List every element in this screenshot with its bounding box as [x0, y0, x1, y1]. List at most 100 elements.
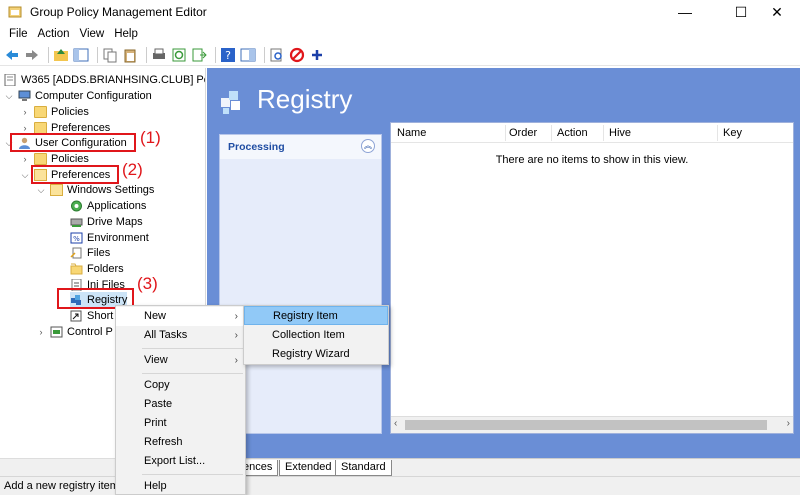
- tree-label: Files: [87, 247, 111, 259]
- minimize-button[interactable]: —: [662, 0, 708, 24]
- tab-extended[interactable]: Extended: [279, 460, 338, 476]
- tree-computer-configuration[interactable]: ⌵ Computer Configuration: [4, 88, 152, 104]
- menu-item-view[interactable]: View ›: [116, 351, 245, 370]
- collapse-arrow-icon[interactable]: ⌵: [20, 170, 30, 181]
- tree-windows-settings[interactable]: ⌵ Windows Settings: [36, 182, 154, 198]
- properties-pane-icon[interactable]: [240, 47, 256, 63]
- tab-standard[interactable]: Standard: [335, 460, 392, 476]
- folder-icon: [34, 106, 47, 118]
- column-hive[interactable]: Hive: [609, 127, 631, 139]
- back-icon[interactable]: [4, 47, 20, 63]
- tree-label: Environment: [87, 232, 149, 244]
- disable-icon[interactable]: [289, 47, 305, 63]
- empty-list-message: There are no items to show in this view.: [495, 154, 689, 166]
- refresh-icon[interactable]: [171, 47, 187, 63]
- policy-document-icon: [4, 74, 16, 86]
- menu-item-paste[interactable]: Paste: [116, 395, 245, 414]
- help-icon[interactable]: ?: [220, 47, 236, 63]
- shortcuts-icon: [70, 310, 82, 322]
- list-header: Name Order Action Hive Key: [391, 123, 793, 143]
- add-icon[interactable]: [309, 47, 325, 63]
- menu-item-new[interactable]: New ›: [116, 307, 245, 326]
- forward-icon[interactable]: [24, 47, 40, 63]
- up-folder-icon[interactable]: [53, 47, 69, 63]
- menu-view[interactable]: View: [75, 28, 110, 40]
- menu-item-copy[interactable]: Copy: [116, 376, 245, 395]
- menu-item-export-list[interactable]: Export List...: [116, 452, 245, 471]
- processing-label: Processing: [228, 141, 285, 153]
- find-icon[interactable]: [269, 47, 285, 63]
- column-key[interactable]: Key: [723, 127, 742, 139]
- column-divider[interactable]: [505, 125, 506, 141]
- window-title: Group Policy Management Editor: [30, 5, 207, 19]
- menu-separator: [142, 348, 243, 349]
- folder-icon: [34, 153, 47, 165]
- expand-arrow-icon[interactable]: ›: [36, 327, 46, 337]
- menu-item-help[interactable]: Help: [116, 477, 245, 495]
- print-icon[interactable]: [151, 47, 167, 63]
- expand-arrow-icon[interactable]: ›: [20, 107, 30, 117]
- open-folder-icon: [50, 184, 63, 196]
- expand-arrow-icon[interactable]: ›: [20, 123, 30, 133]
- tree-label: Computer Configuration: [35, 90, 152, 102]
- menu-file[interactable]: File: [4, 28, 33, 40]
- svg-text:%: %: [73, 235, 80, 243]
- show-hide-tree-icon[interactable]: [73, 47, 89, 63]
- tree-drive-maps[interactable]: Drive Maps: [70, 214, 143, 230]
- annotation-label: (3): [137, 274, 158, 293]
- paste-icon[interactable]: [122, 47, 138, 63]
- toolbar-separator: [264, 46, 265, 63]
- tree-root[interactable]: W365 [ADDS.BRIANHSING.CLUB] Policy: [4, 72, 206, 88]
- menu-item-print[interactable]: Print: [116, 414, 245, 433]
- highlight-box-preferences: [31, 165, 119, 184]
- context-menu: New › All Tasks › View › Copy Paste Prin…: [115, 305, 246, 495]
- submenu-arrow-icon: ›: [234, 355, 238, 366]
- column-name[interactable]: Name: [397, 127, 426, 139]
- tree-applications[interactable]: Applications: [70, 198, 146, 214]
- svg-text:?: ?: [225, 49, 231, 62]
- gpme-app-icon: [8, 6, 22, 18]
- scroll-thumb[interactable]: [405, 420, 767, 430]
- menu-item-refresh[interactable]: Refresh: [116, 433, 245, 452]
- menu-bar: File Action View Help: [0, 24, 800, 44]
- column-divider[interactable]: [603, 125, 604, 141]
- scroll-right-icon[interactable]: ›: [787, 418, 790, 429]
- copy-icon[interactable]: [102, 47, 118, 63]
- expand-arrow-icon[interactable]: ›: [20, 154, 30, 164]
- submenu-item-registry-item[interactable]: Registry Item: [244, 306, 388, 325]
- list-horizontal-scrollbar[interactable]: ‹ ›: [391, 416, 793, 433]
- tree-control-panel[interactable]: › Control P: [36, 324, 113, 340]
- registry-items-list[interactable]: Name Order Action Hive Key There are no …: [390, 122, 794, 434]
- tree-cc-policies[interactable]: › Policies: [20, 104, 89, 120]
- menu-action[interactable]: Action: [33, 28, 75, 40]
- collapse-chevron-icon[interactable]: ︽: [361, 139, 375, 153]
- menu-item-all-tasks[interactable]: All Tasks ›: [116, 326, 245, 345]
- scroll-left-icon[interactable]: ‹: [394, 418, 397, 429]
- registry-large-icon: [221, 91, 240, 114]
- export-list-icon[interactable]: [191, 47, 207, 63]
- toolbar: ?: [0, 44, 800, 66]
- column-action[interactable]: Action: [557, 127, 588, 139]
- view-tabs: ences Extended Standard: [207, 458, 800, 476]
- tree-folders[interactable]: Folders: [70, 261, 124, 277]
- collapse-arrow-icon[interactable]: ⌵: [36, 185, 46, 196]
- column-divider[interactable]: [717, 125, 718, 141]
- tree-shortcuts[interactable]: Short: [70, 308, 113, 324]
- column-order[interactable]: Order: [509, 127, 537, 139]
- environment-icon: %: [70, 232, 83, 244]
- close-button[interactable]: ✕: [754, 0, 800, 24]
- menu-help[interactable]: Help: [109, 28, 143, 40]
- menu-separator: [142, 474, 243, 475]
- tree-environment[interactable]: % Environment: [70, 230, 149, 246]
- tree-root-label: W365 [ADDS.BRIANHSING.CLUB] Policy: [21, 74, 206, 86]
- submenu-item-collection-item[interactable]: Collection Item: [244, 326, 388, 345]
- tree-label: Windows Settings: [67, 184, 155, 196]
- processing-header[interactable]: Processing: [220, 135, 381, 159]
- files-icon: [70, 247, 82, 259]
- column-divider[interactable]: [551, 125, 552, 141]
- toolbar-separator: [97, 46, 98, 63]
- tree-files[interactable]: Files: [70, 245, 110, 261]
- submenu-item-registry-wizard[interactable]: Registry Wizard: [244, 345, 388, 364]
- collapse-arrow-icon[interactable]: ⌵: [4, 91, 14, 102]
- annotation-label: (1): [140, 128, 161, 147]
